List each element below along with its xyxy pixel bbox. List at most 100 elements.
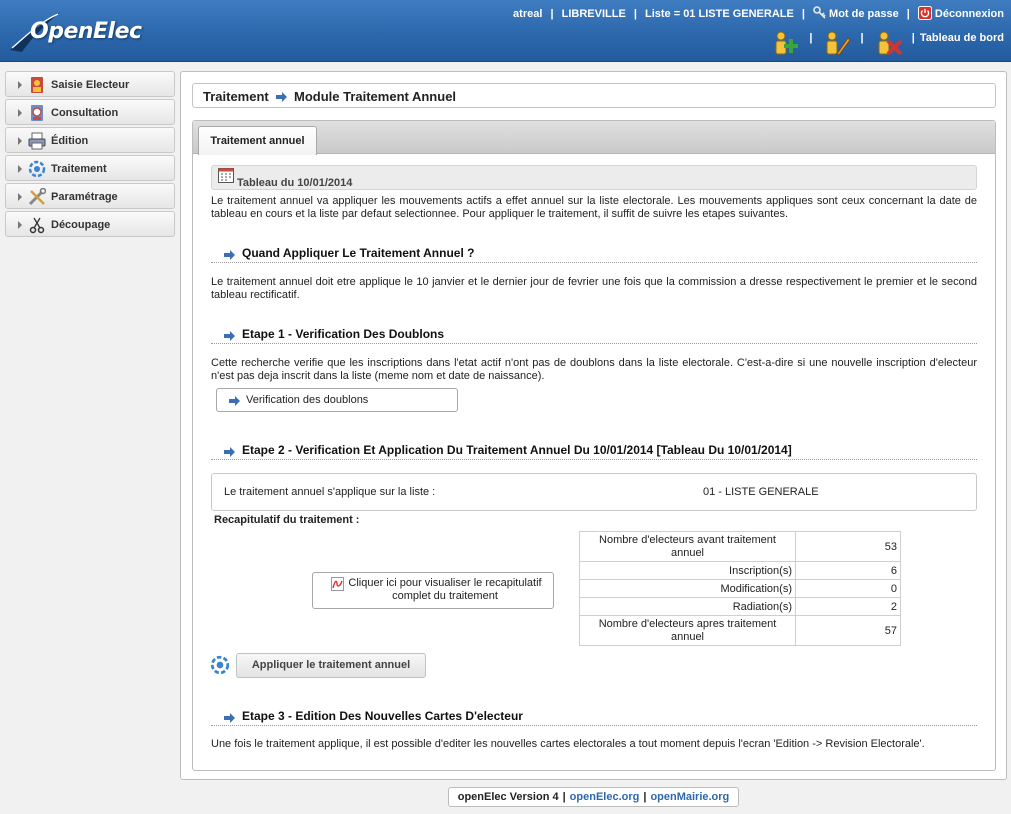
sidebar-item-traitement[interactable]: Traitement	[5, 155, 175, 181]
gear-refresh-icon	[210, 655, 230, 675]
separator: |	[562, 791, 566, 803]
view-recap-button[interactable]: Cliquer ici pour visualiser le recapitul…	[312, 572, 554, 609]
logout-link-label: Déconnexion	[934, 8, 1004, 20]
section-title: Etape 1 - Verification Des Doublons	[242, 327, 445, 341]
expand-arrow-icon	[18, 193, 22, 201]
list-label: Le traitement annuel s'applique sur la l…	[224, 486, 436, 498]
table-row: Radiation(s) 2	[579, 597, 901, 616]
sidebar-item-label: Saisie Electeur	[51, 79, 130, 91]
tableau-header: Tableau du 10/01/2014	[211, 165, 977, 190]
arrow-right-icon	[224, 447, 235, 457]
list-info-box: Le traitement annuel s'applique sur la l…	[211, 473, 977, 511]
separator: |	[911, 32, 915, 44]
list-value: 01 - LISTE GENERALE	[703, 486, 819, 498]
expand-arrow-icon	[18, 109, 22, 117]
gear-refresh-icon	[28, 160, 46, 178]
tab-traitement-annuel[interactable]: Traitement annuel	[198, 126, 317, 155]
openelec-logo[interactable]: OpenElec	[8, 10, 148, 54]
delete-voter-icon[interactable]	[875, 30, 903, 56]
sidebar-item-label: Édition	[51, 135, 89, 147]
expand-arrow-icon	[18, 165, 22, 173]
sidebar-item-label: Traitement	[51, 163, 107, 175]
footer: openElec Version 4 | openElec.org | openMair…	[448, 787, 739, 807]
section-when: Quand Appliquer Le Traitement Annuel ?	[211, 241, 977, 263]
power-icon	[917, 6, 932, 20]
section-title: Quand Appliquer Le Traitement Annuel ?	[242, 246, 475, 260]
expand-arrow-icon	[18, 81, 22, 89]
password-link-label: Mot de passe	[829, 8, 899, 20]
breadcrumb: Traitement Module Traitement Annuel	[192, 83, 996, 108]
section-title: Etape 3 - Edition Des Nouvelles Cartes D…	[242, 709, 523, 723]
logo-text: OpenElec	[30, 19, 142, 44]
arrow-right-icon	[229, 396, 240, 406]
separator: |	[809, 32, 813, 44]
table-row: Nombre d'electeurs avant traitement annu…	[579, 531, 901, 562]
separator: |	[643, 791, 647, 803]
pdf-icon	[331, 577, 344, 591]
recap-value: 0	[795, 579, 901, 598]
recap-value: 57	[795, 615, 901, 646]
recap-label: Modification(s)	[579, 579, 796, 598]
arrow-right-icon	[276, 92, 287, 102]
sidebar-item-label: Paramétrage	[51, 191, 118, 203]
openmairie-link[interactable]: openMairie.org	[650, 791, 729, 803]
expand-arrow-icon	[18, 137, 22, 145]
recap-value: 2	[795, 597, 901, 616]
intro-text: Le traitement annuel va appliquer les mo…	[211, 195, 977, 220]
current-list: Liste = 01 LISTE GENERALE	[644, 8, 794, 20]
section-title: Etape 2 - Verification Et Application Du…	[242, 443, 792, 457]
logout-link[interactable]: Déconnexion	[917, 6, 1004, 20]
separator: |	[550, 8, 554, 20]
sidebar-item-parametrage[interactable]: Paramétrage	[5, 183, 175, 209]
tableau-title: Tableau du 10/01/2014	[237, 177, 353, 189]
section-step2: Etape 2 - Verification Et Application Du…	[211, 438, 977, 460]
arrow-right-icon	[224, 331, 235, 341]
section-step1: Etape 1 - Verification Des Doublons	[211, 322, 977, 344]
calendar-icon	[218, 168, 234, 183]
add-voter-icon[interactable]	[772, 30, 800, 56]
separator: |	[801, 8, 805, 20]
sidebar-item-consultation[interactable]: Consultation	[5, 99, 175, 125]
edit-voter-icon[interactable]	[823, 30, 852, 56]
arrow-right-icon	[224, 713, 235, 723]
table-row: Inscription(s) 6	[579, 561, 901, 580]
section-step3: Etape 3 - Edition Des Nouvelles Cartes D…	[211, 704, 977, 726]
openelec-link[interactable]: openElec.org	[570, 791, 640, 803]
apply-treatment-button[interactable]: Appliquer le traitement annuel	[236, 653, 426, 678]
sidebar-item-label: Consultation	[51, 107, 119, 119]
breadcrumb-current: Module Traitement Annuel	[294, 89, 457, 104]
recap-title: Recapitulatif du traitement :	[214, 514, 360, 526]
expand-arrow-icon	[18, 221, 22, 229]
sidebar-item-saisie-electeur[interactable]: Saisie Electeur	[5, 71, 175, 97]
sidebar-item-decoupage[interactable]: Découpage	[5, 211, 175, 237]
printer-icon	[28, 132, 46, 150]
sidebar-item-edition[interactable]: Édition	[5, 127, 175, 153]
password-link[interactable]: Mot de passe	[813, 6, 902, 20]
header-actions: | | | Tableau de bord	[766, 30, 1004, 58]
recap-label: Nombre d'electeurs apres traitement annu…	[579, 615, 796, 646]
folder-search-icon	[31, 105, 43, 121]
separator: |	[860, 32, 864, 44]
separator: |	[633, 8, 637, 20]
view-recap-label: Cliquer ici pour visualiser le recapitul…	[348, 577, 542, 602]
arrow-right-icon	[224, 250, 235, 260]
version-text: openElec Version 4	[457, 791, 559, 803]
top-links: atreal | LIBREVILLE | Liste = 01 LISTE G…	[513, 6, 1004, 20]
dashboard-link[interactable]: Tableau de bord	[920, 32, 1004, 44]
recap-value: 53	[795, 531, 901, 562]
recap-label: Radiation(s)	[579, 597, 796, 616]
recap-table: Nombre d'electeurs avant traitement annu…	[579, 531, 901, 646]
step1-text: Cette recherche verifie que les inscript…	[211, 357, 977, 382]
verify-duplicates-label: Verification des doublons	[246, 394, 369, 406]
table-row: Nombre d'electeurs apres traitement annu…	[579, 615, 901, 646]
verify-duplicates-button[interactable]: Verification des doublons	[216, 388, 458, 412]
main-panel: Traitement Module Traitement Annuel Trai…	[180, 71, 1007, 780]
step3-text: Une fois le traitement applique, il est …	[211, 738, 925, 750]
app-header: OpenElec atreal | LIBREVILLE | Liste = 0…	[0, 0, 1011, 62]
recap-label: Inscription(s)	[579, 561, 796, 580]
user-edit-icon	[31, 77, 43, 93]
tab-bar: Traitement annuel	[193, 121, 995, 155]
sidebar-item-label: Découpage	[51, 219, 111, 231]
when-text: Le traitement annuel doit etre applique …	[211, 276, 977, 301]
breadcrumb-root[interactable]: Traitement	[203, 89, 269, 104]
